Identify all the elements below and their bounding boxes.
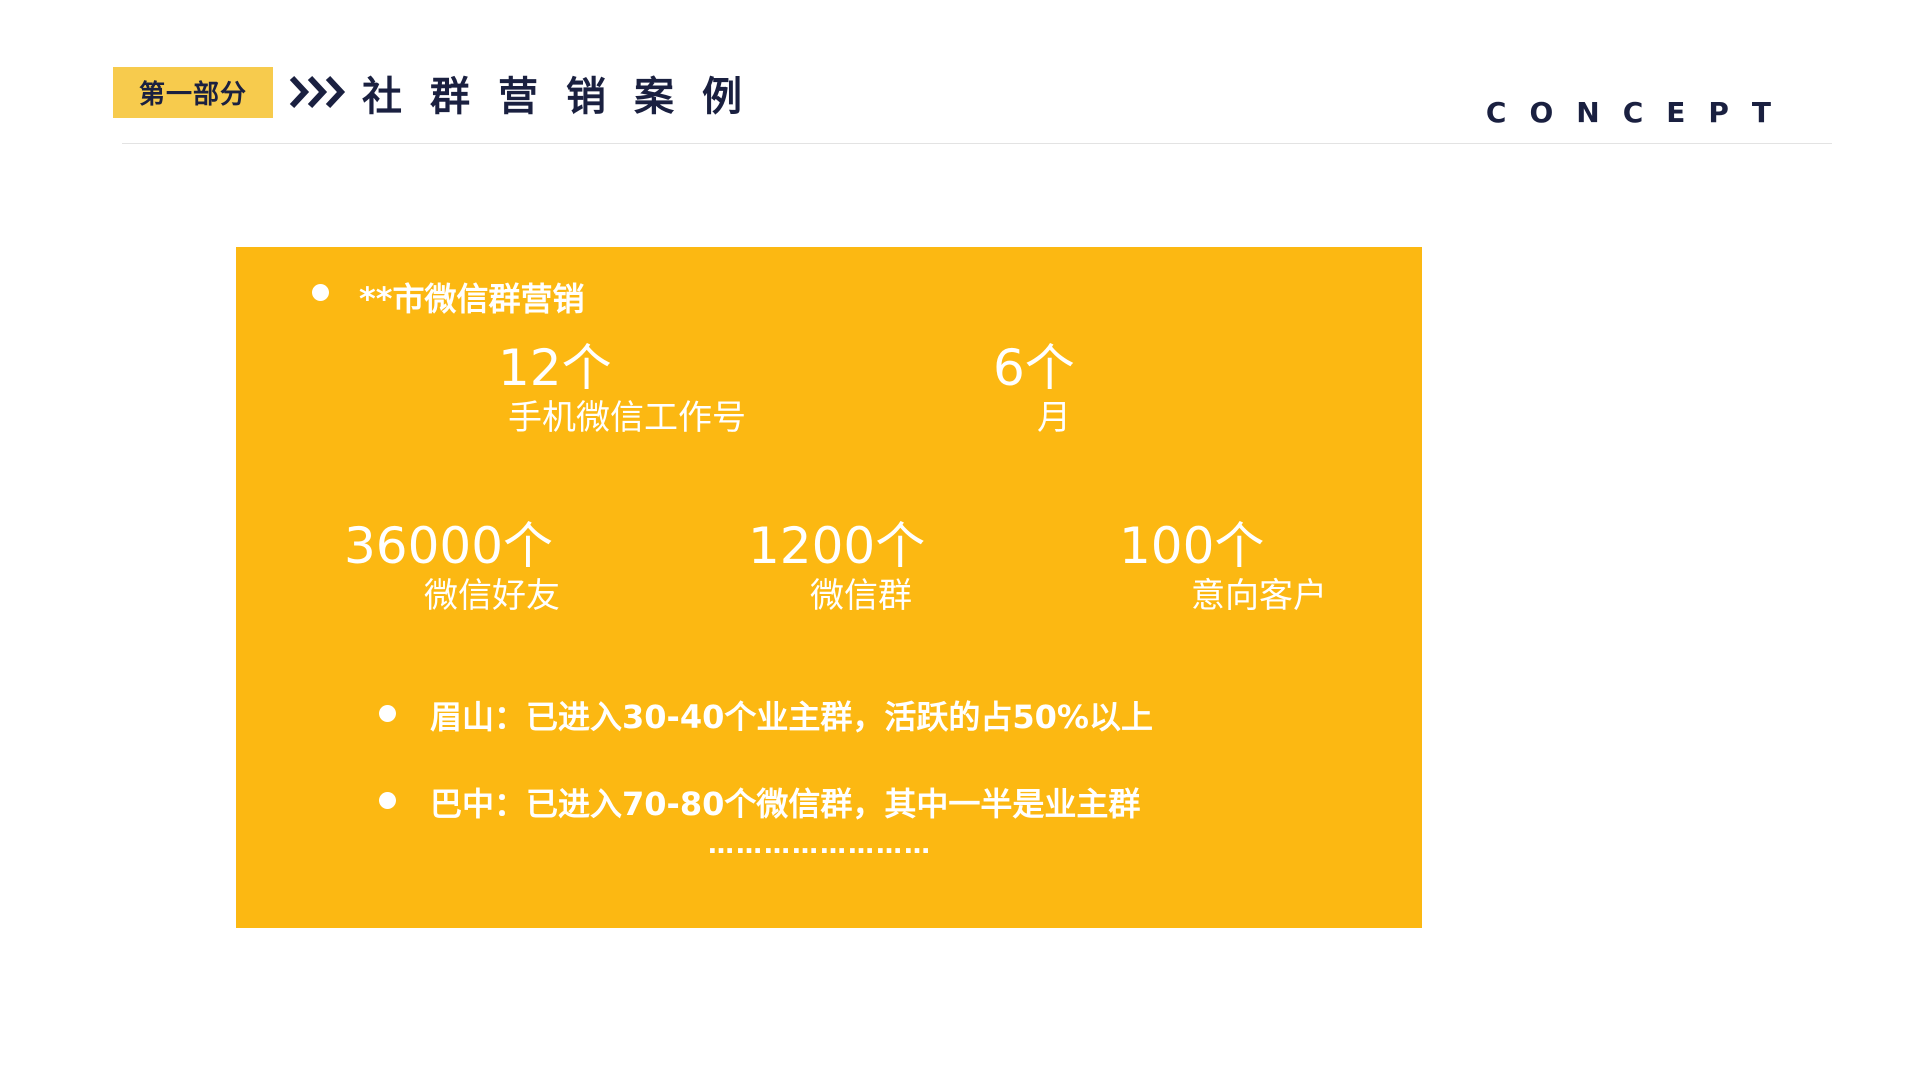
stat-number: 1200个 (748, 517, 926, 575)
bullet-dot (379, 792, 396, 809)
stat-label: 手机微信工作号 (508, 398, 746, 438)
note-meishan: 眉山：已进入30-40个业主群，活跃的占50%以上 (430, 698, 1153, 736)
triple-chevron-right-icon (289, 75, 346, 109)
stat-number: 6个 (993, 339, 1075, 397)
stat-number: 12个 (498, 339, 612, 397)
panel-heading: **市微信群营销 (359, 280, 585, 318)
stat-label: 月 (1037, 398, 1071, 438)
bullet-dot (379, 705, 396, 722)
header-divider (122, 143, 1832, 144)
stat-label: 微信好友 (424, 576, 560, 616)
concept-label: CONCEPT (1485, 96, 1794, 129)
stat-work-accounts: 12个 手机微信工作号 (498, 339, 746, 439)
stat-wechat-groups: 1200个 微信群 (748, 517, 925, 617)
stat-label: 意向客户 (1191, 576, 1327, 616)
section-badge: 第一部分 (113, 67, 273, 118)
stat-months: 6个 月 (993, 339, 1075, 439)
stat-label: 微信群 (810, 576, 912, 616)
stat-prospects: 100个 意向客户 (1119, 517, 1327, 617)
bullet-dot (312, 284, 329, 301)
note-bazhong: 巴中：已进入70-80个微信群，其中一半是业主群 (430, 785, 1141, 823)
page-title: 社群营销案例 (362, 73, 770, 120)
content-panel: **市微信群营销 12个 手机微信工作号 6个 月 36000个 微信好友 12… (236, 247, 1422, 928)
stat-number: 100个 (1119, 517, 1265, 575)
stat-number: 36000个 (344, 517, 554, 575)
ellipsis: …………………… (708, 830, 932, 860)
stat-wechat-friends: 36000个 微信好友 (344, 517, 560, 617)
